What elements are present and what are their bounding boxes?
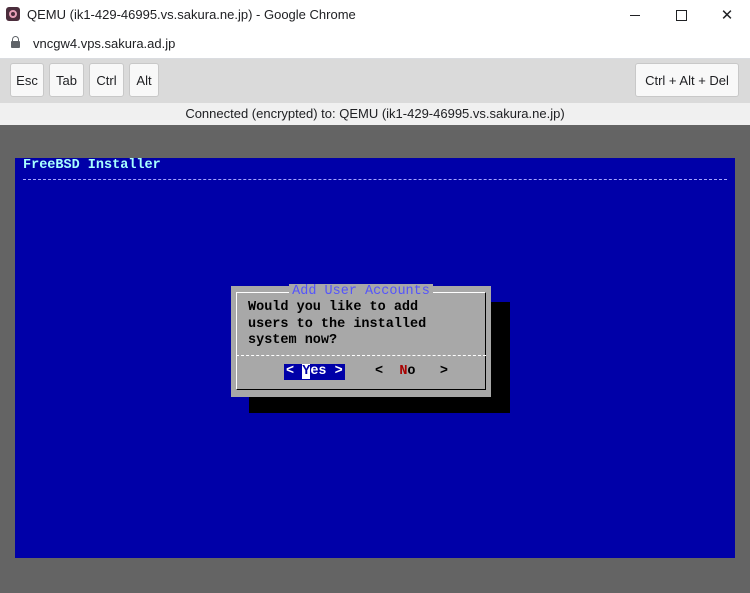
add-user-dialog: Add User Accounts Would you like to add … — [231, 284, 491, 397]
tab-key-button[interactable]: Tab — [49, 63, 84, 97]
no-button[interactable]: < No > — [375, 364, 448, 380]
ctrl-key-button[interactable]: Ctrl — [89, 63, 124, 97]
installer-title: FreeBSD Installer — [23, 158, 161, 173]
url-text[interactable]: vncgw4.vps.sakura.ad.jp — [33, 36, 175, 51]
vnc-console-screen[interactable]: FreeBSD Installer Add User Accounts Woul… — [15, 158, 735, 558]
dialog-message: Would you like to add users to the insta… — [248, 300, 427, 348]
alt-key-button[interactable]: Alt — [129, 63, 159, 97]
address-bar[interactable]: vncgw4.vps.sakura.ad.jp — [0, 30, 750, 59]
window-title: QEMU (ik1-429-46995.vs.sakura.ne.jp) - G… — [27, 7, 356, 22]
maximize-button[interactable] — [658, 0, 704, 30]
installer-title-rule — [23, 179, 727, 180]
maximize-icon — [675, 9, 687, 21]
connection-status: Connected (encrypted) to: QEMU (ik1-429-… — [0, 103, 750, 125]
esc-key-button[interactable]: Esc — [10, 63, 44, 97]
browser-titlebar: QEMU (ik1-429-46995.vs.sakura.ne.jp) - G… — [0, 0, 750, 30]
lock-icon[interactable] — [11, 36, 20, 48]
special-keys-toolbar: Esc Tab Ctrl Alt Ctrl + Alt + Del — [0, 59, 750, 103]
close-button[interactable]: ✕ — [704, 0, 750, 30]
minimize-icon — [630, 14, 640, 16]
chrome-app-icon — [6, 7, 20, 21]
dialog-separator — [236, 355, 486, 356]
yes-button[interactable]: < Yes > — [284, 364, 345, 380]
dialog-title: Add User Accounts — [231, 284, 491, 299]
ctrl-alt-del-button[interactable]: Ctrl + Alt + Del — [635, 63, 739, 97]
close-icon: ✕ — [720, 7, 734, 24]
minimize-button[interactable] — [612, 0, 658, 30]
